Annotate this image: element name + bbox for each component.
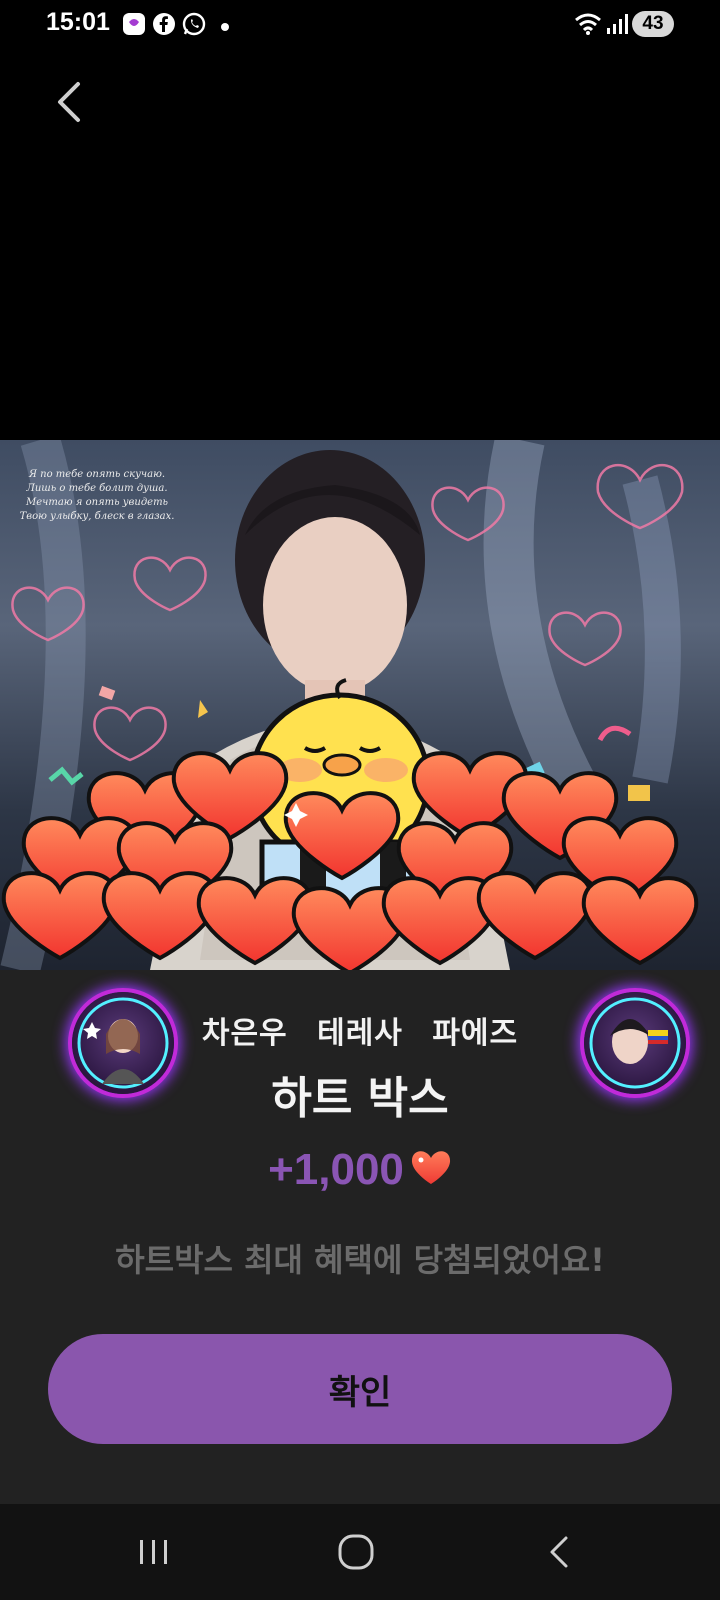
app-badge-icon xyxy=(122,12,146,36)
confirm-button[interactable]: 확인 xyxy=(48,1334,672,1444)
dialog-title: 하트 박스 xyxy=(271,1073,449,1124)
facebook-icon xyxy=(152,12,176,36)
home-button[interactable] xyxy=(336,1532,376,1572)
dot-icon xyxy=(220,17,230,31)
system-nav-bar xyxy=(0,1504,720,1600)
signal-icon xyxy=(606,12,628,40)
status-bar: 15:01 43 xyxy=(0,0,720,48)
recent-apps-button[interactable] xyxy=(134,1532,174,1572)
poem-line: Я по тебе опять скучаю. xyxy=(28,469,166,480)
back-icon xyxy=(550,1536,568,1568)
poem-line: Мечтаю я опять увидеть xyxy=(25,497,169,508)
poem-text: Я по тебе опять скучаю. Лишь о тебе боли… xyxy=(12,468,182,524)
poem-line: Лишь о тебе болит душа. xyxy=(26,483,168,494)
reward-value: +1,000 xyxy=(268,1145,404,1194)
recipient-names: 차은우 테레사 파에즈 xyxy=(201,1016,519,1051)
chevron-left-icon xyxy=(58,82,80,122)
nav-back-button[interactable] xyxy=(540,1532,580,1572)
heart-icon xyxy=(410,1149,452,1199)
result-message: 하트박스 최대 혜택에 당첨되었어요! xyxy=(115,1241,605,1279)
reward-amount: +1,000 xyxy=(0,1145,720,1199)
recent-apps-icon xyxy=(140,1540,167,1564)
heart-box-banner: Я по тебе опять скучаю. Лишь о тебе боли… xyxy=(0,440,720,970)
home-icon xyxy=(338,1534,374,1570)
header-area xyxy=(0,48,720,440)
back-button[interactable] xyxy=(50,80,90,124)
battery-indicator: 43 xyxy=(632,11,674,37)
status-time: 15:01 xyxy=(46,8,110,36)
poem-line: Твою улыбку, блеск в глазах. xyxy=(19,511,175,522)
wifi-icon xyxy=(574,12,602,40)
whatsapp-icon xyxy=(182,12,206,36)
